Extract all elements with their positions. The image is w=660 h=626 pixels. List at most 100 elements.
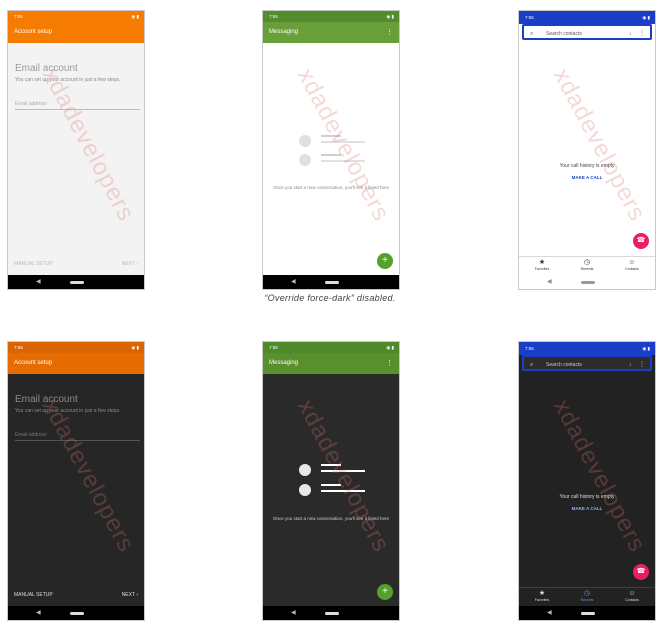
placeholder-line [321, 154, 341, 156]
next-label: NEXT [121, 592, 135, 598]
back-icon[interactable]: ◀ [547, 278, 552, 285]
search-placeholder: Search contacts [546, 362, 582, 368]
dialpad-fab[interactable]: ☎ [633, 233, 649, 249]
email-account-subtitle: You can set up your account in just a fe… [15, 408, 121, 414]
email-account-subtitle: You can set up your account in just a fe… [15, 77, 121, 83]
placeholder-line [321, 135, 341, 137]
tab-favorites[interactable]: ★ Favorites [522, 259, 562, 271]
star-icon: ★ [538, 590, 546, 597]
system-nav-bar: ◀ [8, 275, 144, 289]
tab-contacts[interactable]: ☺ Contacts [612, 590, 652, 602]
home-pill[interactable] [581, 281, 595, 284]
microphone-icon[interactable]: ♩ [629, 357, 635, 373]
home-pill[interactable] [325, 281, 339, 284]
back-icon[interactable]: ◀ [291, 278, 296, 285]
email-address-field[interactable]: Email address [15, 99, 140, 110]
email-address-field[interactable]: Email address [15, 430, 140, 441]
home-pill[interactable] [581, 612, 595, 615]
overflow-menu-icon[interactable]: ⋮ [639, 357, 645, 373]
status-bar: 7:55 ◉ ▮ [8, 11, 144, 22]
status-icons: ◉ ▮ [386, 14, 394, 19]
microphone-icon[interactable]: ♩ [629, 26, 635, 42]
app-title: Messaging [269, 360, 299, 366]
people-icon: ☺ [628, 259, 636, 266]
status-bar: 7:55 ◉ ▮ [263, 342, 399, 353]
tab-label: Contacts [625, 598, 639, 602]
call-history-empty-text: Your call history is empty [559, 163, 615, 169]
make-a-call-link[interactable]: MAKE A CALL [519, 506, 655, 511]
phone-account-setup-light: 7:55 ◉ ▮ Account setup Email account You… [7, 10, 145, 290]
app-title: Account setup [14, 360, 53, 366]
bottom-navigation: ★ Favorites ◷ Recents ☺ Contacts [519, 256, 655, 275]
overflow-menu-icon[interactable]: ⋮ [639, 26, 645, 42]
status-icons: ◉ ▮ [642, 346, 650, 351]
star-icon: ★ [538, 259, 546, 266]
tab-label: Recents [580, 267, 594, 271]
status-icons: ◉ ▮ [386, 345, 394, 350]
tab-contacts[interactable]: ☺ Contacts [612, 259, 652, 271]
back-icon[interactable]: ◀ [547, 609, 552, 616]
phone-account-setup-dark: 7:55 ◉ ▮ Account setup Email account You… [7, 341, 145, 621]
next-label: NEXT [121, 261, 135, 267]
phone-contacts-dark: 7:55 ◉ ▮ ⌕ Search contacts ♩ ⋮ Your call… [518, 341, 656, 621]
app-bar: Account setup [8, 353, 144, 374]
back-icon[interactable]: ◀ [36, 278, 41, 285]
status-time: 7:55 [14, 14, 23, 19]
watermark: xdadevelopers [547, 394, 652, 557]
watermark: xdadevelopers [547, 63, 652, 226]
status-time: 7:55 [525, 15, 534, 20]
status-time: 7:55 [269, 345, 278, 350]
tab-recents[interactable]: ◷ Recents [567, 590, 607, 602]
phone-contacts-light: 7:55 ◉ ▮ ⌕ Search contacts ♩ ⋮ Your call… [518, 10, 656, 290]
manual-setup-button[interactable]: MANUAL SETUP [14, 261, 53, 267]
placeholder-line [321, 160, 365, 162]
bottom-navigation: ★ Favorites ◷ Recents ☺ Contacts [519, 587, 655, 606]
system-nav-bar: ◀ [519, 606, 655, 620]
phone-messaging-light: 7:55 ◉ ▮ Messaging ⋮ Once you start a ne… [262, 10, 400, 290]
chevron-right-icon: › [136, 592, 138, 598]
next-button[interactable]: NEXT › [122, 261, 138, 267]
status-icons: ◉ ▮ [131, 345, 139, 350]
placeholder-line [321, 470, 365, 472]
search-placeholder: Search contacts [546, 31, 582, 37]
tab-recents[interactable]: ◷ Recents [567, 259, 607, 271]
tab-label: Recents [580, 598, 594, 602]
app-bar: Messaging ⋮ [263, 353, 399, 374]
placeholder-avatar-icon [299, 484, 311, 496]
back-icon[interactable]: ◀ [291, 609, 296, 616]
placeholder-avatar-icon [299, 464, 311, 476]
app-bar: Messaging ⋮ [263, 22, 399, 43]
app-bar: Account setup [8, 22, 144, 43]
status-time: 7:55 [525, 346, 534, 351]
manual-setup-button[interactable]: MANUAL SETUP [14, 592, 53, 598]
dialpad-fab[interactable]: ☎ [633, 564, 649, 580]
system-nav-bar: ◀ [519, 275, 655, 289]
clock-icon: ◷ [583, 590, 591, 597]
tab-label: Favorites [534, 267, 550, 271]
placeholder-avatar-icon [299, 135, 311, 147]
make-a-call-link[interactable]: MAKE A CALL [519, 175, 655, 180]
next-button[interactable]: NEXT › [122, 592, 138, 598]
home-pill[interactable] [325, 612, 339, 615]
new-conversation-fab[interactable]: + [377, 584, 393, 600]
status-bar: 7:55 ◉ ▮ [263, 11, 399, 22]
search-contacts-input[interactable]: ⌕ Search contacts ♩ ⋮ [522, 355, 652, 371]
app-title: Messaging [269, 29, 299, 35]
placeholder-line [321, 490, 365, 492]
search-icon: ⌕ [530, 362, 534, 368]
back-icon[interactable]: ◀ [36, 609, 41, 616]
search-contacts-input[interactable]: ⌕ Search contacts ♩ ⋮ [522, 24, 652, 40]
home-pill[interactable] [70, 281, 84, 284]
status-icons: ◉ ▮ [131, 14, 139, 19]
home-pill[interactable] [70, 612, 84, 615]
tab-favorites[interactable]: ★ Favorites [522, 590, 562, 602]
overflow-menu-icon[interactable]: ⋮ [386, 22, 393, 43]
tab-label: Contacts [625, 267, 639, 271]
overflow-menu-icon[interactable]: ⋮ [386, 353, 393, 374]
email-account-heading: Email account [15, 63, 78, 74]
placeholder-line [321, 464, 341, 466]
status-bar: 7:55 ◉ ▮ [8, 342, 144, 353]
clock-icon: ◷ [583, 259, 591, 266]
placeholder-line [321, 141, 365, 143]
new-conversation-fab[interactable]: + [377, 253, 393, 269]
